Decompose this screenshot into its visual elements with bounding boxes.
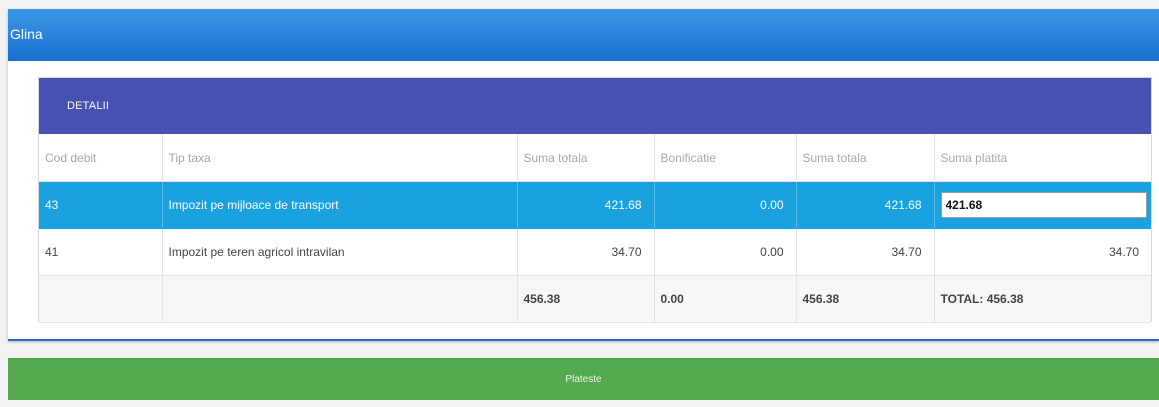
cell-suma-totala-2: 34.70 — [796, 228, 935, 276]
cell-bonificatie: 0.00 — [654, 181, 797, 229]
table-row[interactable]: 41 Impozit pe teren agricol intravilan 3… — [39, 228, 1151, 276]
suma-platita-input[interactable] — [940, 192, 1147, 218]
cell-suma-platita — [934, 181, 1151, 229]
total-suma-totala: 456.38 — [517, 275, 655, 323]
title-bar[interactable]: Glina — [8, 9, 1159, 61]
column-header-cod-debit: Cod debit — [39, 134, 163, 182]
cell-suma-totala-2: 421.68 — [796, 181, 935, 229]
column-header-suma-totala-2: Suma totala — [796, 134, 935, 182]
cell-suma-totala: 34.70 — [517, 228, 655, 276]
totals-row: 456.38 0.00 456.38 TOTAL: 456.38 — [39, 275, 1151, 323]
cell-suma-totala: 421.68 — [517, 181, 655, 229]
table-header-row: Cod debit Tip taxa Suma totala Bonificat… — [39, 134, 1151, 182]
cell-cod-debit: 43 — [39, 181, 163, 229]
panel-heading: DETALII — [39, 78, 1151, 134]
cell-cod-debit: 41 — [39, 228, 163, 276]
dialog-window: Glina DETALII Cod debit Tip taxa Suma to… — [8, 9, 1159, 341]
table-row-selected[interactable]: 43 Impozit pe mijloace de transport 421.… — [39, 181, 1151, 229]
pay-button[interactable]: Plateste — [8, 358, 1159, 400]
cell-tip-taxa: Impozit pe mijloace de transport — [162, 181, 518, 229]
cell-empty — [162, 275, 518, 323]
column-header-tip-taxa: Tip taxa — [162, 134, 518, 182]
column-header-suma-platita: Suma platita — [934, 134, 1151, 182]
total-bonificatie: 0.00 — [654, 275, 797, 323]
cell-empty — [39, 275, 163, 323]
window-title: Glina — [10, 26, 43, 42]
column-header-bonificatie: Bonificatie — [654, 134, 797, 182]
cell-suma-platita[interactable]: 34.70 — [934, 228, 1151, 276]
cell-tip-taxa: Impozit pe teren agricol intravilan — [162, 228, 518, 276]
cell-bonificatie: 0.00 — [654, 228, 797, 276]
total-suma-totala-2: 456.38 — [796, 275, 935, 323]
details-panel: DETALII Cod debit Tip taxa Suma totala B… — [38, 77, 1152, 323]
total-suma-platita: TOTAL: 456.38 — [934, 275, 1151, 323]
column-header-suma-totala: Suma totala — [517, 134, 655, 182]
debits-table: Cod debit Tip taxa Suma totala Bonificat… — [39, 134, 1151, 323]
